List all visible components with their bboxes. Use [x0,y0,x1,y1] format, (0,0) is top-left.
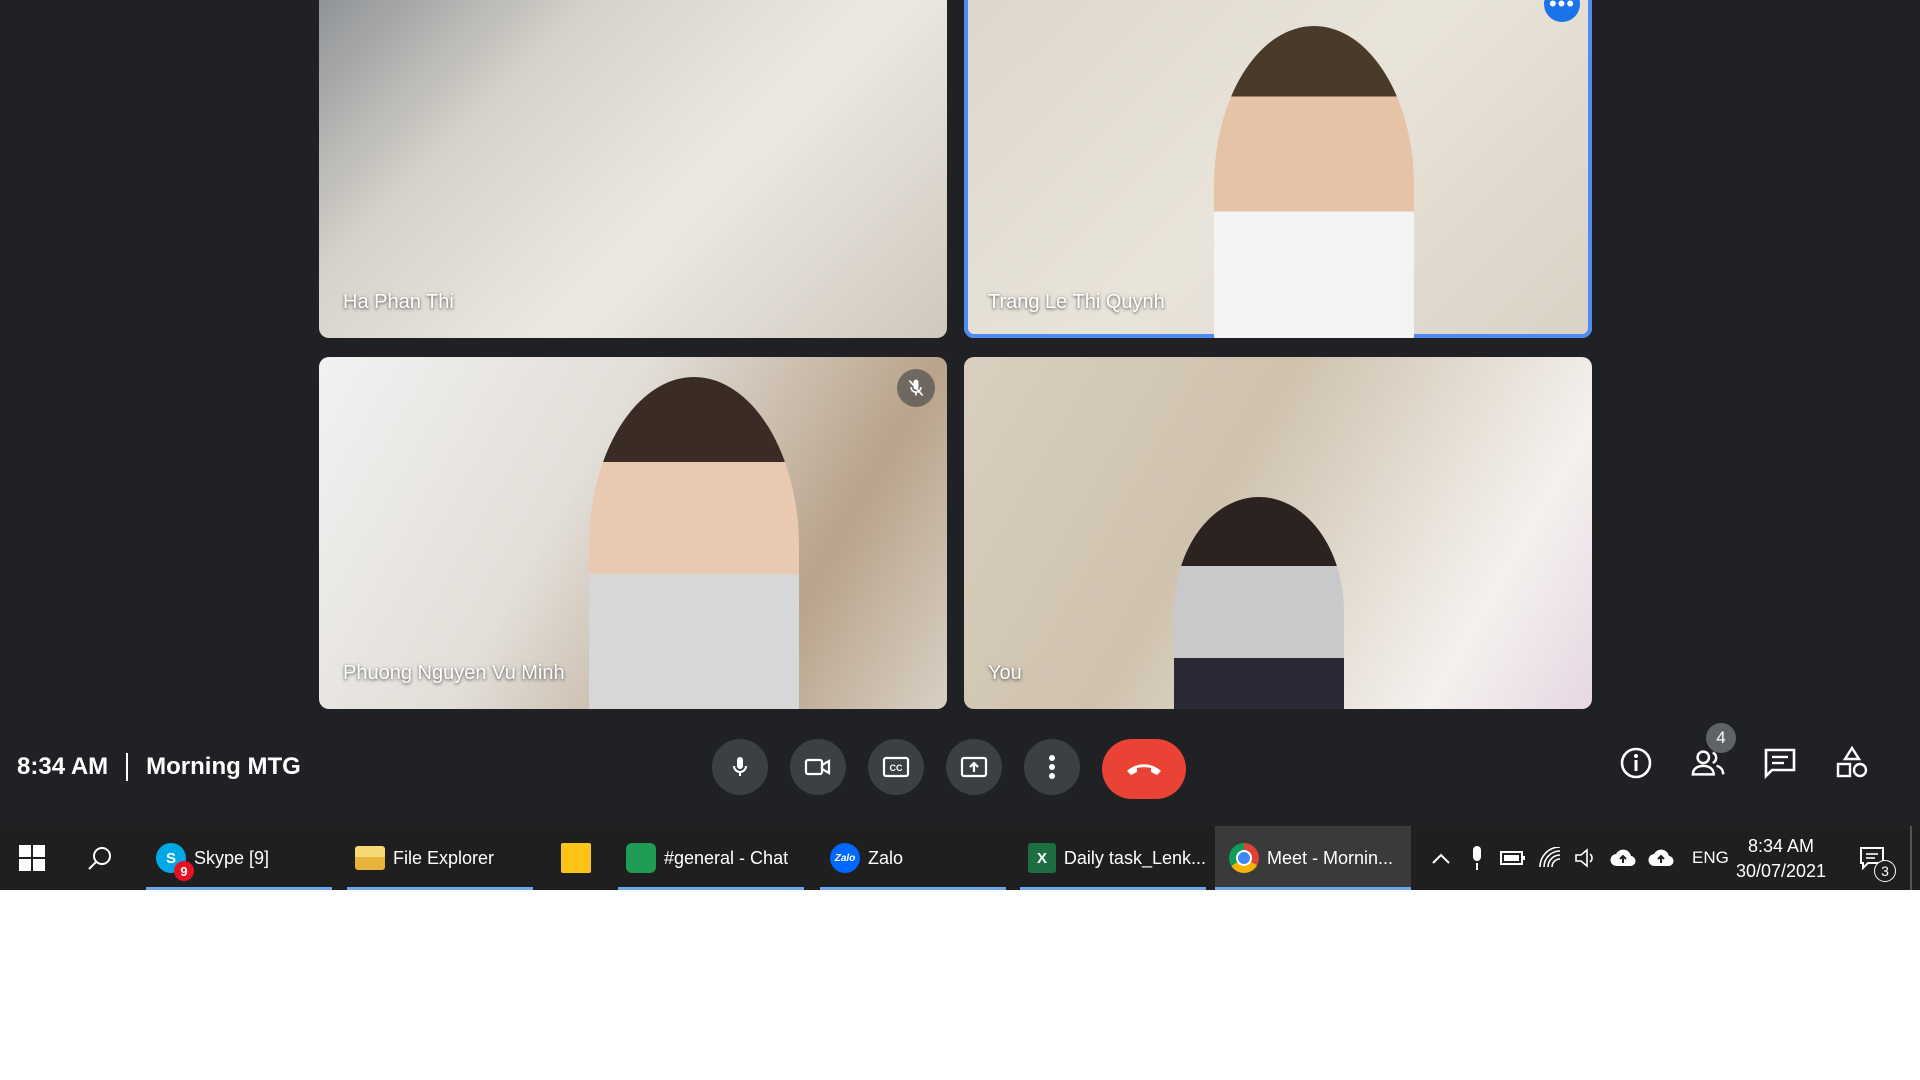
participant-name: You [988,662,1022,684]
running-indicator [146,887,332,890]
taskbar-chat[interactable]: #general - Chat [618,826,804,890]
meet-window: Ha Phan Thi ••• Trang Le Thi Quynh Phuon… [0,0,1920,826]
excel-icon: X [1028,843,1056,873]
running-indicator [820,887,1006,890]
start-button[interactable] [10,826,54,890]
participant-tile-trang-le-thi-quynh[interactable]: ••• Trang Le Thi Quynh [964,0,1592,338]
system-clock[interactable]: 8:34 AM 30/07/2021 [1728,834,1834,884]
activities-button[interactable] [1834,745,1870,781]
taskbar-chrome-meet[interactable]: Meet - Mornin... [1215,826,1411,890]
system-tray: ENG [1422,826,1729,890]
search-icon [88,847,111,870]
clock-time: 8:34 AM [1747,836,1815,856]
taskbar-label: File Explorer [393,847,495,868]
taskbar-label: Zalo [868,847,904,868]
microphone-tray-icon[interactable] [1468,845,1486,871]
participant-name: Trang Le Thi Quynh [988,291,1165,313]
chevron-up-icon[interactable] [1430,850,1452,866]
battery-icon[interactable] [1500,849,1526,867]
end-call-button[interactable] [1102,739,1186,799]
sticky-notes-icon [561,843,591,873]
search-button[interactable] [80,826,120,890]
info-icon [1620,747,1652,779]
chat-icon [1764,748,1796,779]
notification-count-badge: 3 [1874,860,1896,882]
cloud-upload-icon[interactable] [1648,848,1674,868]
participant-video [1214,26,1414,338]
meeting-details: 8:34 AM Morning MTG [17,753,301,781]
participant-name: Phuong Nguyen Vu Minh [343,662,565,684]
running-indicator [1215,887,1411,890]
folder-icon [355,846,385,870]
running-indicator [347,887,533,890]
skype-unread-badge: 9 [174,861,194,881]
taskbar-label: #general - Chat [664,847,789,868]
windows-taskbar: S 9 Skype [9] File Explorer #general - C… [0,826,1920,890]
taskbar-excel[interactable]: X Daily task_Lenk... [1020,826,1206,890]
present-button[interactable] [946,739,1002,795]
captions-button[interactable]: CC [868,739,924,795]
chat-button[interactable] [1762,745,1798,781]
cloud-upload-icon[interactable] [1610,848,1636,868]
people-button[interactable]: 4 [1690,723,1736,781]
taskbar-label: Skype [9] [194,847,270,868]
volume-icon[interactable] [1574,847,1598,869]
people-count-badge: 4 [1706,723,1736,753]
participant-tile-ha-phan-thi[interactable]: Ha Phan Thi [319,0,947,338]
svg-text:CC: CC [890,763,903,773]
muted-mic-icon [897,369,935,407]
windows-logo-icon [19,845,45,871]
participant-video [1174,497,1344,709]
meeting-title: Morning MTG [146,753,301,780]
call-controls: CC [712,739,1186,799]
camera-icon [804,758,831,776]
captions-icon: CC [882,756,910,778]
meeting-side-controls: 4 [1618,723,1870,781]
participant-name: Ha Phan Thi [343,291,454,313]
taskbar-zalo[interactable]: Zalo Zalo [820,826,1006,890]
taskbar-label: Meet - Mornin... [1267,847,1394,868]
show-desktop-button[interactable] [1910,826,1912,890]
microphone-icon [733,757,747,776]
running-indicator [618,887,804,890]
microphone-button[interactable] [712,739,768,795]
chrome-icon [1229,843,1259,873]
wifi-icon[interactable] [1538,847,1562,869]
more-options-icon[interactable]: ••• [1544,0,1580,22]
language-indicator[interactable]: ENG [1692,848,1729,868]
activities-icon [1836,746,1868,778]
participant-video [589,377,799,709]
meeting-clock: 8:34 AM [17,753,109,780]
clock-date: 30/07/2021 [1735,861,1827,881]
taskbar-skype[interactable]: S 9 Skype [9] [146,826,332,890]
running-indicator [1020,887,1206,890]
taskbar-label: Daily task_Lenk... [1063,847,1206,868]
camera-button[interactable] [790,739,846,795]
participant-tile-phuong-nguyen-vu-minh[interactable]: Phuong Nguyen Vu Minh [319,357,947,709]
skype-icon: S 9 [156,843,194,881]
participant-video [539,66,719,338]
taskbar-file-explorer[interactable]: File Explorer [347,826,533,890]
more-vertical-icon [1049,755,1055,779]
participant-tile-you[interactable]: You [964,357,1592,709]
chat-app-icon [626,843,656,873]
more-options-button[interactable] [1024,739,1080,795]
taskbar-sticky-notes[interactable] [556,826,596,890]
meeting-info-button[interactable] [1618,745,1654,781]
notifications-button[interactable]: 3 [1852,826,1896,890]
end-call-icon [1127,764,1161,775]
divider [126,753,129,781]
zalo-icon: Zalo [830,843,860,873]
present-screen-icon [960,756,988,778]
